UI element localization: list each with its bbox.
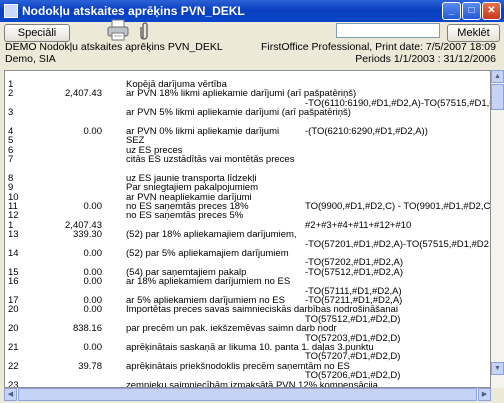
title-bar: Nodokļu atskaites aprēķins PVN_DEKL _ □ … <box>0 0 504 22</box>
report-body: 1 Kopējā darījuma vērtība 2 2,407.43 ar PVN … <box>4 70 491 388</box>
report-row: 9 Par sniegtajiem pakalpojumiem <box>5 182 490 193</box>
report-row: -TO(57111,#D1,#D2,A) <box>5 286 490 297</box>
report-row: 21 0.00 aprēķinātais saskaņā ar likuma 10.… <box>5 342 490 353</box>
maximize-button[interactable]: □ <box>462 2 481 20</box>
report-row: 3 ar PVN 5% likmi apliekamie darījumi (ar… <box>5 107 490 118</box>
horizontal-scrollbar[interactable]: ◀ ▶ <box>4 388 491 401</box>
report-title: DEMO Nodokļu atskaites aprēķins PVN_DEKL <box>5 41 223 53</box>
report-row: TO(57207,#D1,#D2,D) <box>5 351 490 362</box>
search-input[interactable] <box>336 23 440 38</box>
report-row: 1 Kopējā darījuma vērtība <box>5 79 490 90</box>
report-row <box>5 117 490 126</box>
vertical-scrollbar[interactable]: ▲ ▼ <box>491 70 504 388</box>
row-description: zemnieku saimniecībām izmaksātā PVN 12% … <box>126 379 378 388</box>
report-row: 10 ar PVN neapliekamie darījumi <box>5 192 490 203</box>
report-row: 17 0.00 ar 5% apliekamiem darījumiem no ES… <box>5 295 490 306</box>
report-row: 5 SEZ <box>5 135 490 146</box>
print-date: FirstOffice Professional, Print date: 7/… <box>260 41 496 53</box>
app-icon <box>4 4 18 18</box>
scroll-right-icon[interactable]: ▶ <box>478 388 491 401</box>
report-row: -TO(57202,#D1,#D2,A) <box>5 257 490 268</box>
company-name: Demo, SIA <box>5 53 56 65</box>
close-button[interactable]: ✕ <box>482 2 501 20</box>
report-row: TO(57206,#D1,#D2,D) <box>5 370 490 381</box>
report-header: DEMO Nodokļu atskaites aprēķins PVN_DEKL… <box>5 41 499 66</box>
report-row: 2 2,407.43 ar PVN 18% likmi apliekamie dar… <box>5 88 490 99</box>
report-row: 1 2,407.43 #2+#3+#4+#11+#12+#10 <box>5 220 490 231</box>
speciali-button[interactable]: Speciāli <box>4 24 70 42</box>
scroll-down-icon[interactable]: ▼ <box>491 362 504 375</box>
scroll-thumb-horizontal[interactable] <box>18 388 477 401</box>
report-row: 6 uz ES preces <box>5 145 490 156</box>
report-row <box>5 164 490 173</box>
minimize-button[interactable]: _ <box>442 2 461 20</box>
report-row: 8 uz ES jaunie transporta līdzekļi <box>5 173 490 184</box>
report-row: 23 zemnieku saimniecībām izmaksātā PVN 12… <box>5 379 490 388</box>
printer-icon[interactable] <box>106 18 130 42</box>
report-row: -TO(57201,#D1,#D2,A)-TO(57515,#D1,#D2,A) <box>5 239 490 250</box>
search-button[interactable]: Meklēt <box>447 24 500 42</box>
report-row: 22 39.78 aprēķinātais priekšnodoklis precē… <box>5 361 490 372</box>
scroll-up-icon[interactable]: ▲ <box>491 70 504 83</box>
report-row: 7 citās ES uzstādītās vai montētās preces <box>5 154 490 165</box>
report-row: 4 0.00 ar PVN 0% likmi apliekamie darījumi… <box>5 126 490 137</box>
window-title: Nodokļu atskaites aprēķins PVN_DEKL <box>22 4 245 18</box>
scroll-left-icon[interactable]: ◀ <box>4 388 17 401</box>
report-row: TO(57512,#D1,#D2,D) <box>5 314 490 325</box>
report-row: 20 0.00 Importētas preces savas saimniecis… <box>5 304 490 315</box>
row-number: 23 <box>8 379 19 388</box>
report-row: 14 0.00 (52) par 5% apliekamajiem darījumi… <box>5 248 490 259</box>
report-row: 13 339.30 (52) par 18% apliekamajiem darīj… <box>5 229 490 240</box>
report-row: -TO(6110:6190,#D1,#D2,A)-TO(57515,#D1,#D… <box>5 98 490 109</box>
report-period: Periods 1/1/2003 : 31/12/2006 <box>355 53 496 65</box>
attachment-icon[interactable] <box>140 20 150 42</box>
report-row: 11 0.00 no ES saņemtās preces 18% TO(9900,#… <box>5 201 490 212</box>
report-row: 15 0.00 (54) par saņemtajiem pakalp -TO(575… <box>5 267 490 278</box>
report-row: 20 838.16 par precēm un pak. iekšzemēvas s… <box>5 323 490 334</box>
report-row: 16 0.00 ar 18% apliekamiem darījumiem no E… <box>5 276 490 287</box>
scroll-thumb[interactable] <box>491 84 504 110</box>
report-row: TO(57203,#D1,#D2,D) <box>5 333 490 344</box>
report-row: 12 no ES saņemtās preces 5% <box>5 210 490 221</box>
